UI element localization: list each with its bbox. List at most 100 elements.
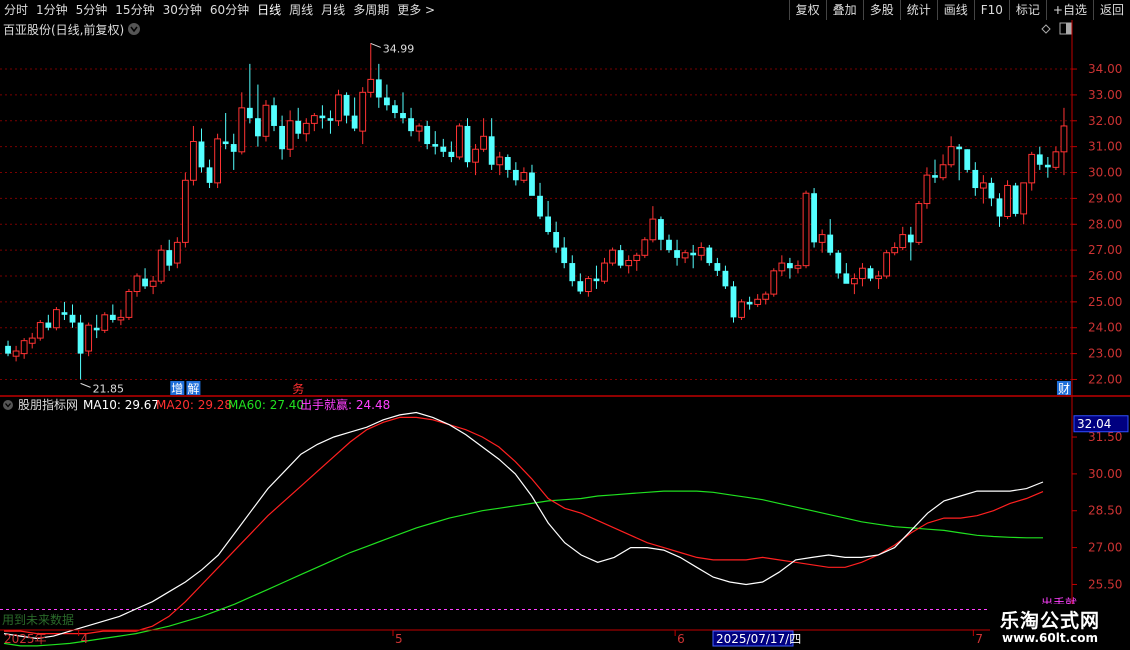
- candle-body: [553, 232, 560, 248]
- candle-body: [109, 314, 116, 320]
- watermark-url: www.60lt.com: [1002, 631, 1099, 645]
- price-panel-bg: [0, 20, 1130, 396]
- candle-body: [972, 169, 979, 189]
- candle-body: [28, 337, 36, 344]
- candle-body: [77, 322, 84, 354]
- candle-body: [415, 125, 423, 132]
- indicator-header-label: MA20: 29.28: [156, 398, 232, 412]
- indicator-header-label: MA10: 29.67: [83, 398, 159, 412]
- candle-body: [20, 340, 28, 355]
- event-marker: 务: [292, 381, 304, 396]
- candle-body: [61, 312, 68, 315]
- candle-body: [947, 146, 955, 166]
- candle-body: [932, 175, 938, 178]
- event-marker: 解: [187, 382, 199, 396]
- indicator-header-label: MA60: 27.40: [228, 398, 304, 412]
- candle-body: [464, 125, 471, 163]
- candle-body: [811, 193, 817, 243]
- candle: [1004, 180, 1011, 220]
- price-tick-label: 28.00: [1088, 217, 1122, 231]
- candle: [609, 247, 616, 266]
- candle-body: [601, 262, 608, 282]
- indicator-dropdown-icon[interactable]: [3, 400, 13, 410]
- candle-body: [327, 118, 334, 121]
- candle: [1012, 182, 1019, 217]
- candle-body: [343, 94, 350, 116]
- candle-body: [625, 259, 633, 267]
- indicator-value-label: 32.04: [1077, 417, 1111, 431]
- candle-body: [157, 249, 165, 282]
- candle-body: [432, 144, 439, 147]
- candle-body: [1060, 125, 1068, 153]
- dropdown-icon[interactable]: [128, 23, 140, 35]
- cursor-date-label: 2025/07/17/四: [716, 632, 801, 646]
- candle-body: [359, 91, 367, 132]
- candle-body: [818, 234, 826, 243]
- candle-body: [1052, 151, 1060, 168]
- candle: [214, 133, 222, 189]
- candle-body: [424, 125, 431, 145]
- candle-body: [529, 172, 535, 196]
- candle-body: [843, 273, 850, 284]
- candle-body: [85, 324, 93, 352]
- indicator-tick-label: 25.50: [1088, 577, 1122, 591]
- candle-body: [923, 174, 931, 205]
- candle-body: [351, 115, 358, 129]
- candle-body: [1012, 185, 1019, 214]
- candle-body: [504, 157, 511, 170]
- candle-body: [319, 115, 326, 119]
- candle-body: [480, 135, 488, 150]
- candle-body: [674, 250, 680, 258]
- candle-body: [681, 252, 689, 259]
- candle-body: [440, 146, 447, 152]
- candle: [52, 307, 60, 331]
- candle-body: [238, 107, 246, 153]
- candle-body: [142, 278, 148, 287]
- candle-body: [867, 268, 874, 279]
- candle: [125, 288, 133, 320]
- candle-body: [939, 164, 947, 179]
- candle-body: [584, 278, 592, 293]
- candle-body: [117, 316, 125, 321]
- candle-body: [512, 169, 519, 181]
- candle-body: [279, 125, 285, 150]
- candle-body: [101, 314, 109, 331]
- indicator-header-label: 股朋指标网: [18, 397, 78, 412]
- price-tick-label: 27.00: [1088, 243, 1122, 257]
- candle: [101, 312, 109, 333]
- candle-body: [335, 94, 342, 122]
- indicator-lines: 出手就: [0, 411, 1077, 647]
- indicator-axis: 25.5027.0028.5030.0031.5032.04: [1072, 415, 1129, 591]
- candle-body: [850, 278, 858, 285]
- candle-body: [537, 195, 543, 217]
- candle-body: [730, 286, 737, 318]
- candle-body: [996, 198, 1003, 217]
- candle-body: [697, 247, 705, 256]
- candle-body: [448, 151, 455, 157]
- price-tick-label: 34.00: [1088, 62, 1122, 76]
- price-tick-label: 26.00: [1088, 269, 1122, 283]
- candle-body: [875, 275, 882, 280]
- event-marker: 增: [171, 382, 183, 396]
- date-month-label: 6: [677, 632, 685, 646]
- candle-body: [295, 120, 302, 134]
- candle-body: [93, 327, 100, 331]
- candle-body: [392, 105, 398, 114]
- candle-body: [778, 262, 786, 272]
- candle-body: [738, 301, 745, 318]
- candle-body: [408, 118, 414, 132]
- candle-body: [206, 167, 213, 183]
- indicator-header-label: 出手就赢: 24.48: [300, 397, 390, 412]
- candle-body: [271, 105, 277, 126]
- candle-body: [787, 263, 793, 269]
- candle-body: [12, 350, 20, 357]
- candle-body: [496, 156, 504, 166]
- low-marker-label: 21.85: [93, 382, 125, 395]
- candle: [915, 200, 923, 245]
- candle-body: [69, 314, 76, 323]
- price-panel-title: 百亚股份(日线,前复权): [3, 22, 124, 37]
- candle-body: [45, 322, 52, 328]
- candle-body: [649, 218, 657, 241]
- candle-body: [181, 179, 189, 243]
- candle-body: [286, 120, 294, 150]
